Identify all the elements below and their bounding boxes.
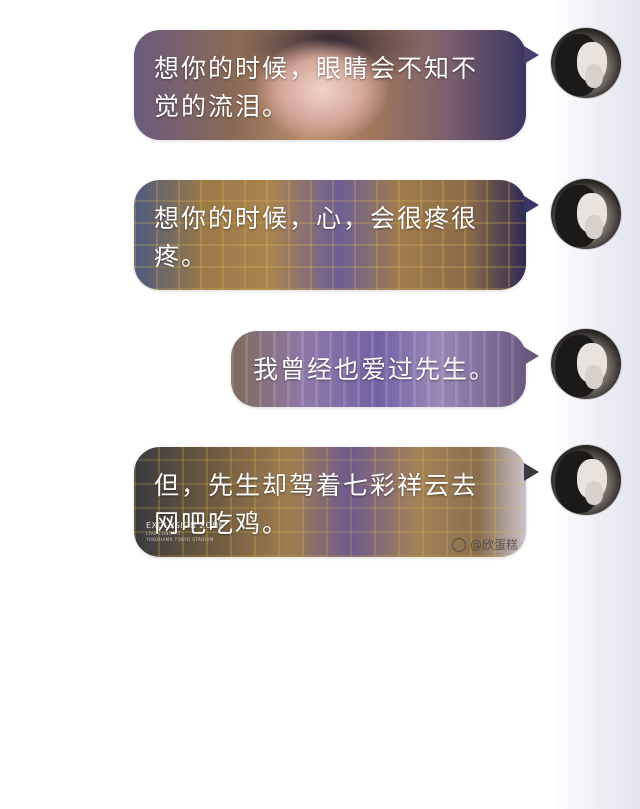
chat-bubble[interactable]: 我曾经也爱过先生。	[231, 331, 539, 407]
bubble-tail	[524, 347, 539, 365]
chat-bubble[interactable]: 想你的时候，眼睛会不知不觉的流泪。	[134, 30, 539, 140]
avatar-hand	[585, 365, 603, 389]
right-edge-shade	[550, 0, 640, 809]
message-text: 我曾经也爱过先生。	[253, 355, 497, 384]
avatar-hand	[585, 64, 603, 88]
avatar-hand	[585, 215, 603, 239]
chat-bubble[interactable]: EXOLUSION ZONE LIVE CONCERT YOKOHAMA TOK…	[134, 447, 539, 557]
avatar[interactable]	[551, 179, 621, 249]
avatar-hand	[585, 481, 603, 505]
avatar[interactable]	[551, 329, 621, 399]
avatar[interactable]	[551, 28, 621, 98]
bubble-tail	[524, 196, 539, 214]
bubble-tail	[524, 46, 539, 64]
bubble-tail	[524, 463, 539, 481]
chat-bubble[interactable]: 想你的时候，心，会很疼很疼。	[134, 180, 539, 290]
message-text: 想你的时候，眼睛会不知不觉的流泪。	[154, 54, 479, 121]
avatar[interactable]	[551, 445, 621, 515]
message-text: 但，先生却驾着七彩祥云去网吧吃鸡。	[154, 471, 479, 538]
message-text: 想你的时候，心，会很疼很疼。	[154, 204, 479, 271]
